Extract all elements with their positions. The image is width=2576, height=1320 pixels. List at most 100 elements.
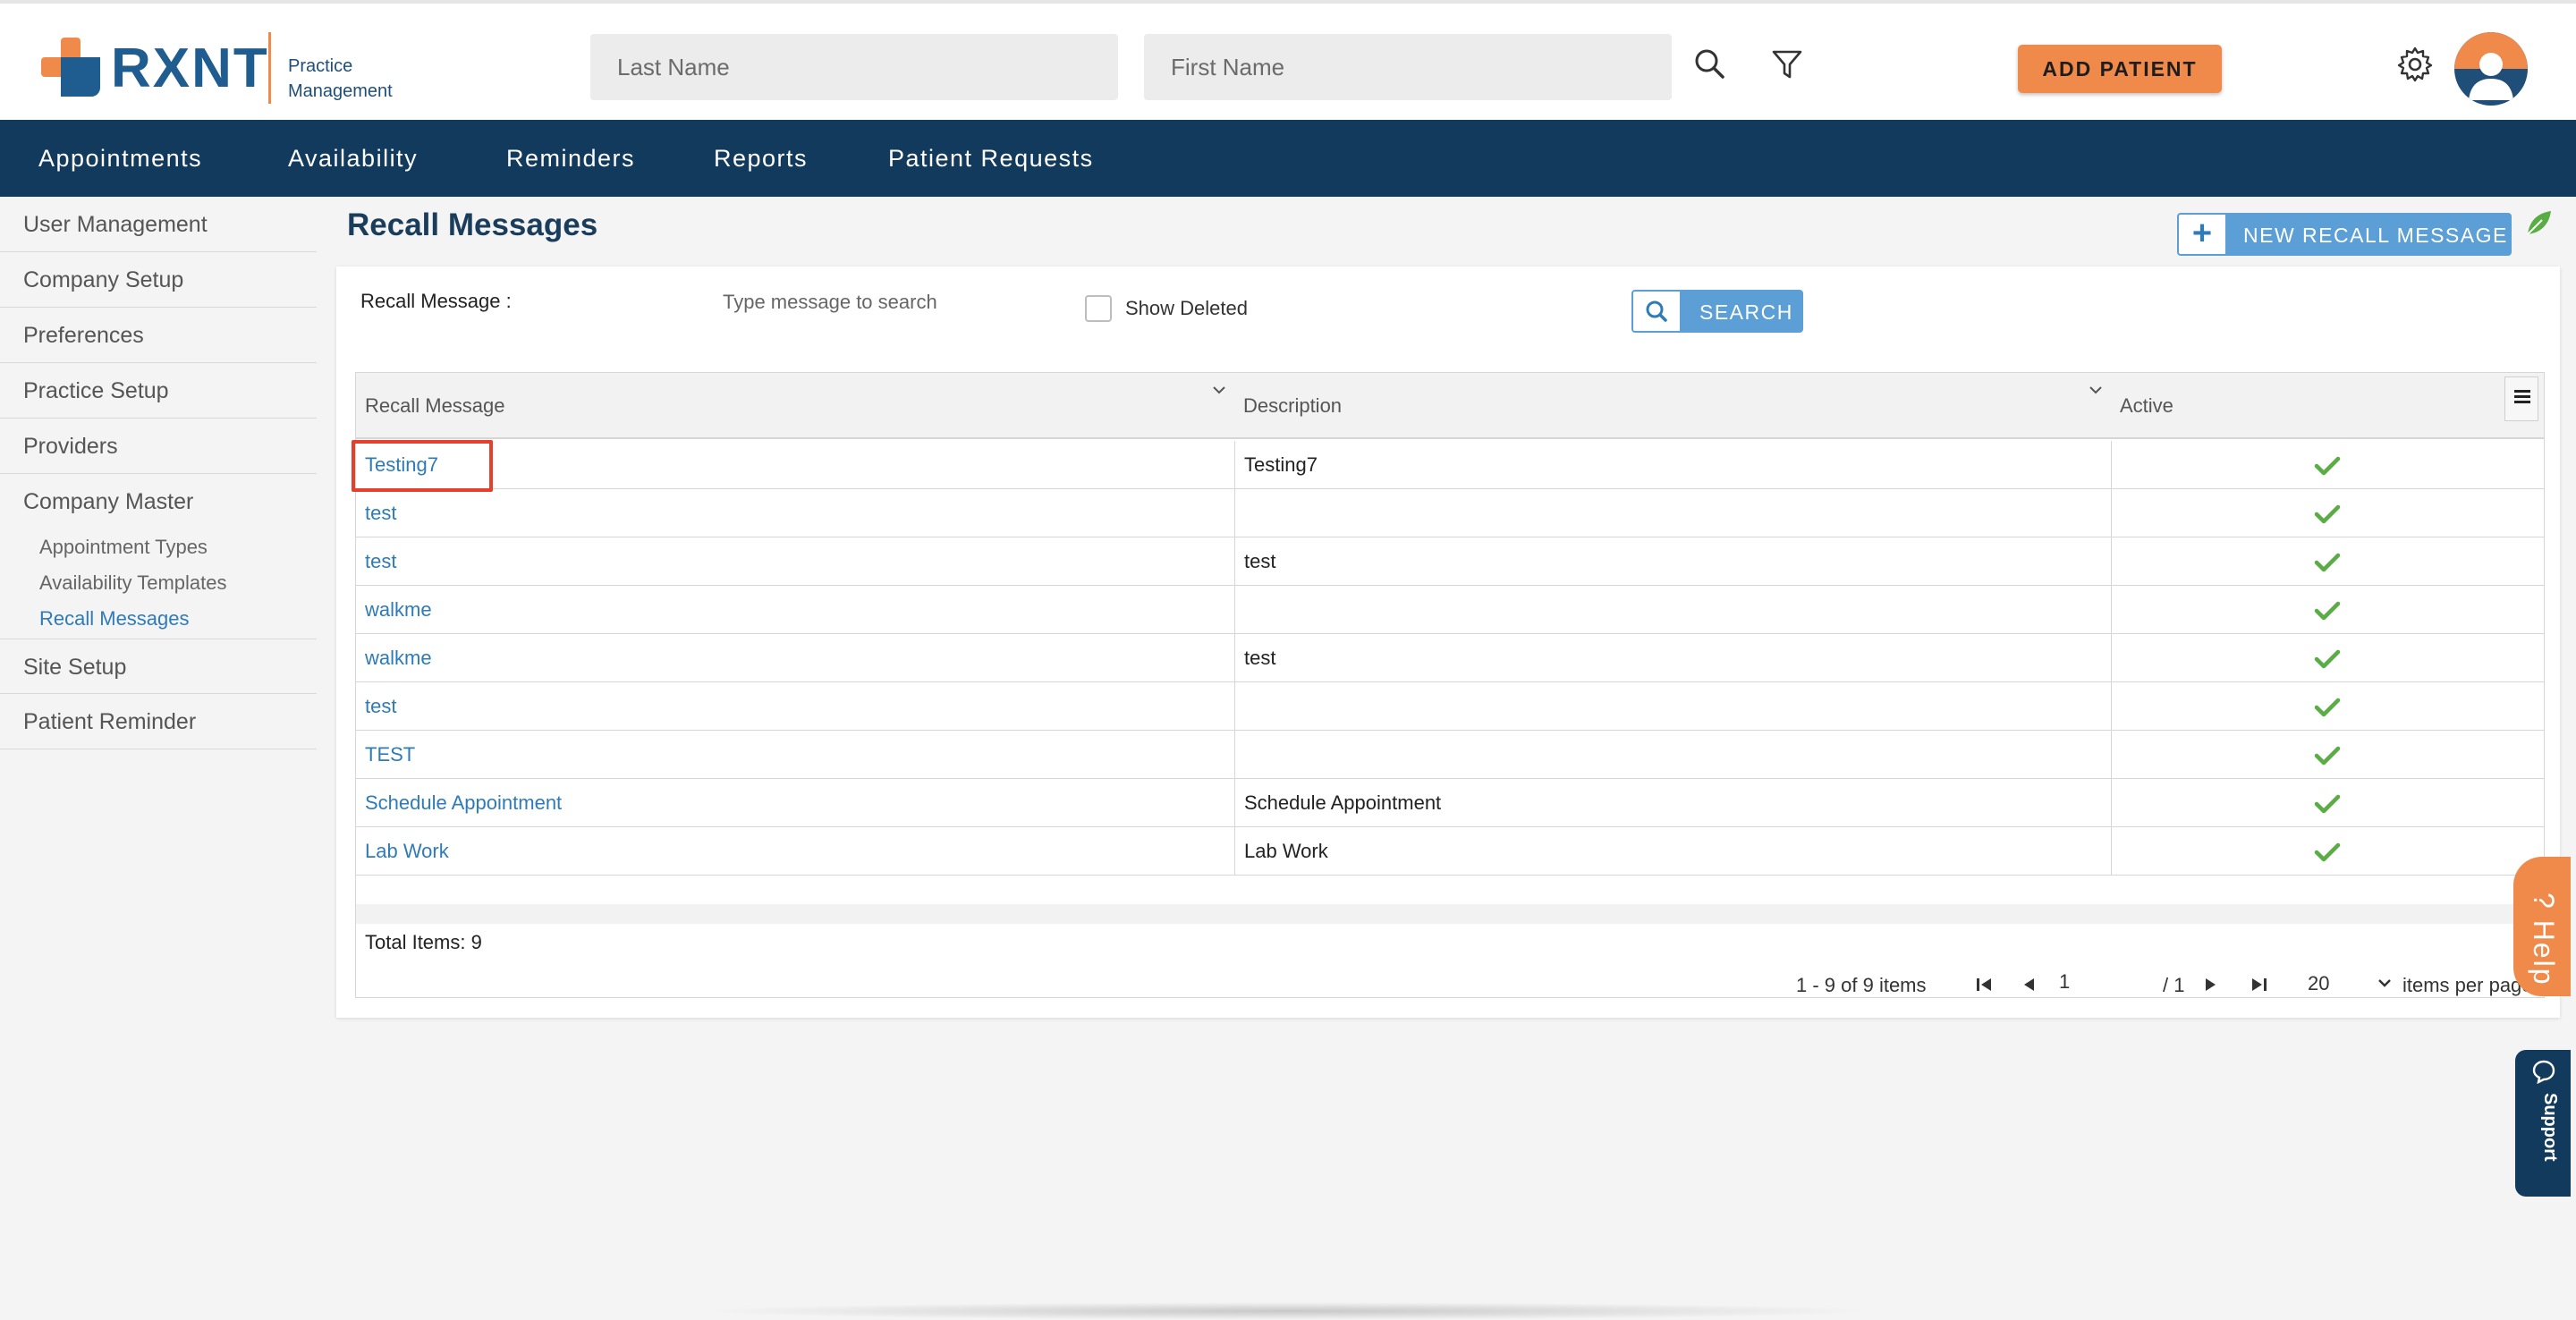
recall-message-link[interactable]: Schedule Appointment (356, 779, 1234, 827)
active-cell (2111, 682, 2544, 731)
chevron-down-icon (2378, 979, 2391, 987)
last-name-input[interactable] (590, 34, 1118, 100)
recall-message-link[interactable]: walkme (356, 634, 1234, 682)
active-cell (2111, 489, 2544, 537)
nav-patient-requests[interactable]: Patient Requests (888, 120, 1094, 197)
main-nav: Appointments Availability Reminders Repo… (0, 120, 2576, 197)
app-header: RXNT Practice Management ADD PATIENT (0, 0, 2576, 120)
plus-icon: + (2179, 215, 2225, 254)
help-label: ? Help (2528, 893, 2560, 986)
active-cell (2111, 634, 2544, 682)
recall-message-link[interactable]: TEST (356, 731, 1234, 779)
sidebar-item-company-master[interactable]: Company Master (0, 474, 317, 529)
bottom-shadow (698, 1302, 1878, 1320)
help-tab[interactable]: ? Help (2513, 857, 2571, 996)
checkmark-icon (2314, 504, 2341, 524)
active-cell (2111, 441, 2544, 489)
checkmark-icon (2314, 842, 2341, 862)
recall-message-link[interactable]: test (356, 537, 1234, 586)
logo-subtitle-line1: Practice (288, 56, 353, 76)
checkmark-icon (2314, 456, 2341, 476)
sidebar-subitem-appointment-types[interactable]: Appointment Types (39, 529, 208, 565)
chat-bubble-icon (2532, 1060, 2555, 1084)
pager-info: 1 - 9 of 9 items (1796, 974, 1927, 996)
new-recall-message-label: NEW RECALL MESSAGE (2243, 224, 2508, 247)
previous-page-icon[interactable] (2016, 972, 2041, 997)
active-cell (2111, 827, 2544, 876)
items-per-page-value: 20 (2308, 972, 2330, 994)
logo-subtitle: Practice Management (288, 54, 393, 104)
sidebar-item-preferences[interactable]: Preferences (0, 308, 317, 363)
description-cell (1234, 489, 2111, 537)
chevron-down-icon[interactable] (2086, 380, 2106, 400)
table-row[interactable]: walkme test (356, 634, 2544, 682)
table-row[interactable]: walkme (356, 586, 2544, 634)
description-cell: Schedule Appointment (1234, 779, 2111, 827)
nav-appointments[interactable]: Appointments (38, 120, 202, 197)
gear-icon[interactable] (2395, 45, 2435, 84)
last-page-icon[interactable] (2247, 972, 2272, 997)
recall-message-link[interactable]: test (356, 682, 1234, 731)
recall-message-link[interactable]: Lab Work (356, 827, 1234, 876)
table-row[interactable]: TEST (356, 731, 2544, 779)
sidebar-item-user-management[interactable]: User Management (0, 197, 317, 252)
column-header-recall-message[interactable]: Recall Message (356, 373, 505, 439)
sidebar-subitem-recall-messages[interactable]: Recall Messages (39, 601, 190, 637)
sidebar-item-company-setup[interactable]: Company Setup (0, 252, 317, 308)
table-row[interactable]: test (356, 489, 2544, 537)
rxnt-logo[interactable]: RXNT (41, 36, 267, 106)
table-row[interactable]: test test (356, 537, 2544, 586)
active-cell (2111, 731, 2544, 779)
filter-icon[interactable] (1767, 45, 1807, 84)
table-row[interactable]: Testing7 Testing7 (356, 441, 2544, 489)
table-row[interactable]: test (356, 682, 2544, 731)
recall-messages-grid: Recall Message Description Active Testin… (355, 372, 2545, 998)
first-name-input[interactable] (1144, 34, 1672, 100)
recall-message-filter-label: Recall Message : (360, 290, 512, 312)
search-button[interactable]: SEARCH (1631, 290, 1803, 333)
items-per-page-select[interactable]: 20 (2302, 965, 2401, 997)
logo-cross-icon (41, 38, 100, 97)
logo-text: RXNT (111, 38, 269, 99)
checkmark-icon (2314, 794, 2341, 814)
current-page-input[interactable] (2055, 965, 2152, 997)
add-patient-button[interactable]: ADD PATIENT (2018, 45, 2222, 93)
sidebar-subitem-availability-templates[interactable]: Availability Templates (39, 565, 227, 601)
sidebar-item-providers[interactable]: Providers (0, 419, 317, 474)
sidebar-item-patient-reminder[interactable]: Patient Reminder (0, 694, 317, 749)
nav-reminders[interactable]: Reminders (506, 120, 635, 197)
show-deleted-label: Show Deleted (1125, 297, 1248, 319)
description-cell: test (1234, 634, 2111, 682)
description-cell: Testing7 (1234, 441, 2111, 489)
search-button-label: SEARCH (1699, 300, 1793, 324)
description-cell (1234, 586, 2111, 634)
logo-divider (268, 32, 271, 104)
sidebar-item-site-setup[interactable]: Site Setup (0, 639, 317, 694)
checkmark-icon (2314, 601, 2341, 621)
recall-message-link[interactable]: test (356, 489, 1234, 537)
checkmark-icon (2314, 698, 2341, 717)
nav-availability[interactable]: Availability (288, 120, 418, 197)
column-header-description[interactable]: Description (1234, 373, 1342, 439)
recall-message-search-input[interactable] (716, 284, 1055, 320)
description-cell: test (1234, 537, 2111, 586)
next-page-icon[interactable] (2199, 972, 2224, 997)
search-icon[interactable] (1690, 45, 1730, 84)
show-deleted-checkbox[interactable] (1085, 295, 1112, 322)
user-avatar-icon[interactable] (2454, 32, 2528, 106)
support-tab[interactable]: Support (2515, 1050, 2571, 1197)
sidebar-item-practice-setup[interactable]: Practice Setup (0, 363, 317, 419)
items-per-page-label: items per page (2402, 974, 2533, 996)
nav-reports[interactable]: Reports (714, 120, 808, 197)
chevron-down-icon[interactable] (1209, 380, 1229, 400)
first-page-icon[interactable] (1971, 972, 1996, 997)
table-row[interactable]: Schedule Appointment Schedule Appointment (356, 779, 2544, 827)
description-cell: Lab Work (1234, 827, 2111, 876)
support-label: Support (2540, 1093, 2560, 1162)
grid-header: Recall Message Description Active (356, 373, 2544, 439)
column-header-active[interactable]: Active (2111, 373, 2174, 439)
new-recall-message-button[interactable]: + NEW RECALL MESSAGE (2177, 213, 2512, 256)
column-menu-icon[interactable] (2504, 377, 2538, 421)
table-row[interactable]: Lab Work Lab Work (356, 827, 2544, 876)
recall-message-link[interactable]: walkme (356, 586, 1234, 634)
